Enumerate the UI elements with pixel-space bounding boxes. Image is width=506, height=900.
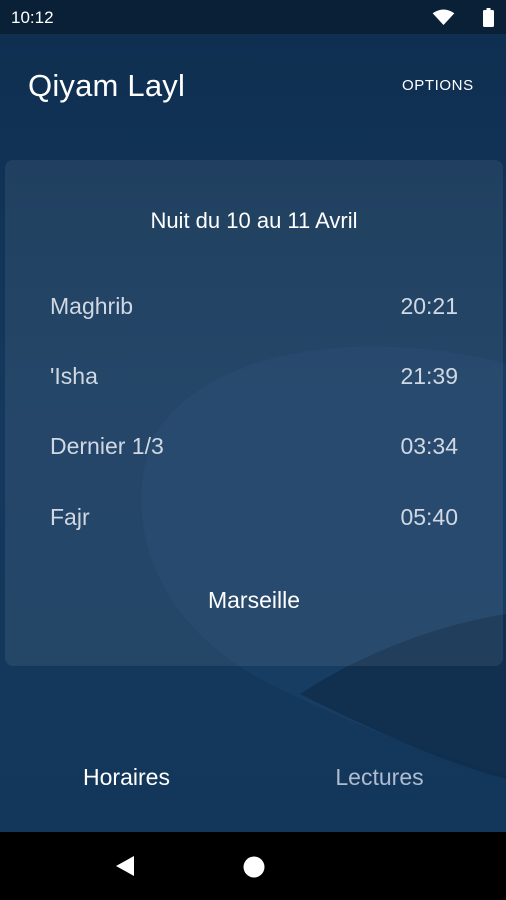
status-time: 10:12	[11, 8, 54, 27]
prayer-time: 21:39	[400, 363, 458, 389]
prayer-row-last-third: Dernier 1/3 03:34	[50, 433, 458, 463]
night-title: Nuit du 10 au 11 Avril	[150, 208, 358, 233]
home-icon[interactable]	[243, 856, 265, 878]
prayer-name: Fajr	[50, 504, 90, 530]
prayer-name: Dernier 1/3	[50, 433, 164, 459]
prayer-time: 05:40	[400, 504, 458, 530]
tab-lectures[interactable]: Lectures	[253, 764, 506, 791]
wifi-icon	[432, 9, 455, 26]
prayer-times-card: Nuit du 10 au 11 Avril Maghrib 20:21 'Is…	[5, 160, 503, 666]
app-title: Qiyam Layl	[28, 68, 186, 103]
options-button[interactable]: OPTIONS	[402, 77, 474, 94]
battery-icon	[483, 8, 494, 27]
prayer-name: 'Isha	[50, 363, 98, 389]
city-name[interactable]: Marseille	[5, 587, 503, 614]
prayer-time: 03:34	[400, 433, 458, 459]
tab-horaires[interactable]: Horaires	[0, 764, 253, 791]
back-icon[interactable]	[114, 855, 136, 877]
prayer-name: Maghrib	[50, 293, 134, 319]
prayer-row-fajr: Fajr 05:40	[50, 504, 458, 534]
navigation-bar	[0, 832, 506, 900]
app-screen: Qiyam Layl OPTIONS Nuit du 10 au 11 Avri…	[0, 34, 506, 832]
prayer-row-isha: 'Isha 21:39	[50, 363, 458, 393]
prayer-row-maghrib: Maghrib 20:21	[50, 293, 458, 323]
status-bar: 10:12	[0, 0, 506, 34]
prayer-time: 20:21	[400, 293, 458, 319]
